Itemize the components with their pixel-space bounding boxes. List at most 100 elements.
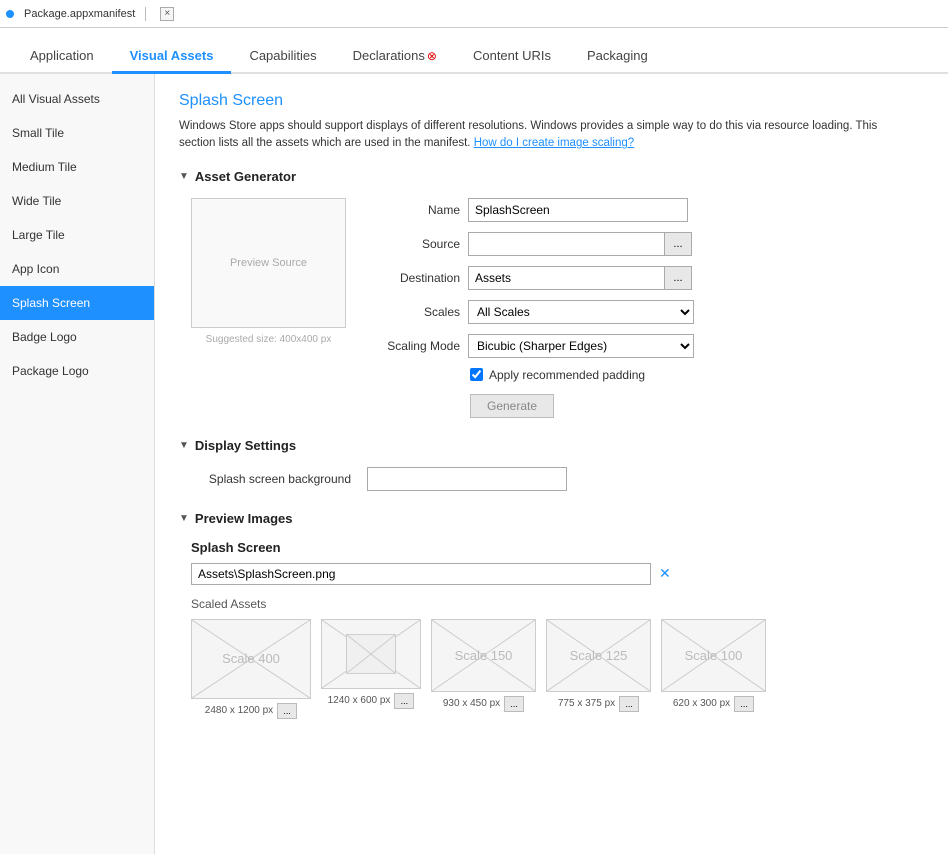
label-bg: Splash screen background — [191, 472, 351, 486]
scale-label-125: Scale 125 — [570, 648, 628, 663]
input-name[interactable] — [468, 198, 688, 222]
browse-scale-150-button[interactable]: ... — [504, 696, 524, 712]
sidebar-item-small-tile[interactable]: Small Tile — [0, 116, 154, 150]
pi-path-input[interactable] — [191, 563, 651, 585]
collapse-arrow-asset: ▼ — [179, 171, 189, 182]
input-destination[interactable] — [468, 266, 664, 290]
pi-path-row: ✕ — [191, 563, 924, 585]
sidebar-item-package-logo[interactable]: Package Logo — [0, 354, 154, 388]
scale-label-100: Scale 100 — [685, 648, 743, 663]
padding-label: Apply recommended padding — [489, 368, 645, 382]
collapse-arrow-display: ▼ — [179, 440, 189, 451]
tab-packaging[interactable]: Packaging — [569, 38, 666, 74]
browse-scale-125-button[interactable]: ... — [619, 696, 639, 712]
tab-indicator — [6, 10, 14, 18]
scaled-asset-100: Scale 100 620 x 300 px ... — [661, 619, 766, 719]
form-row-source: Source ... — [370, 232, 924, 256]
browse-scale-400-button[interactable]: ... — [277, 703, 297, 719]
scaled-asset-150: Scale 150 930 x 450 px ... — [431, 619, 536, 719]
form-row-name: Name — [370, 198, 924, 222]
scale-150-meta: 930 x 450 px ... — [443, 696, 524, 712]
preview-source-box: Preview Source — [191, 198, 346, 328]
cross-lines-200 — [322, 620, 420, 688]
scale-125-meta: 775 x 375 px ... — [558, 696, 639, 712]
scaled-asset-box-100: Scale 100 — [661, 619, 766, 692]
source-input-group: ... — [468, 232, 692, 256]
generate-button[interactable]: Generate — [470, 394, 554, 418]
preview-images-section: ▼ Preview Images Splash Screen ✕ Scaled … — [179, 511, 924, 719]
form-row-scales: Scales All Scales Scale 100 Scale 125 Sc… — [370, 300, 924, 324]
label-name: Name — [370, 203, 460, 217]
title-bar: Package.appxmanifest × — [0, 0, 948, 28]
asset-generator-grid: Preview Source Suggested size: 400x400 p… — [191, 198, 924, 418]
sidebar-item-splash-screen[interactable]: Splash Screen — [0, 286, 154, 320]
declarations-error-badge: ⊗ — [427, 49, 437, 63]
preview-images-header[interactable]: ▼ Preview Images — [179, 511, 924, 526]
sidebar-item-large-tile[interactable]: Large Tile — [0, 218, 154, 252]
scaled-asset-box-400: Scale 400 — [191, 619, 311, 699]
sidebar-item-badge-logo[interactable]: Badge Logo — [0, 320, 154, 354]
collapse-arrow-preview: ▼ — [179, 513, 189, 524]
browse-destination-button[interactable]: ... — [664, 266, 692, 290]
scaled-asset-box-150: Scale 150 — [431, 619, 536, 692]
padding-checkbox[interactable] — [470, 368, 483, 381]
scaled-asset-125: Scale 125 775 x 375 px ... — [546, 619, 651, 719]
form-row-scaling-mode: Scaling Mode Bicubic (Sharper Edges) Bic… — [370, 334, 924, 358]
preview-box-wrapper: Preview Source Suggested size: 400x400 p… — [191, 198, 346, 418]
title-bar-close[interactable]: × — [160, 7, 174, 21]
scaled-assets-grid: Scale 400 2480 x 1200 px ... — [191, 619, 924, 719]
scaled-asset-box-125: Scale 125 — [546, 619, 651, 692]
main-layout: All Visual Assets Small Tile Medium Tile… — [0, 74, 948, 854]
label-scaling-mode: Scaling Mode — [370, 339, 460, 353]
preview-images-subtitle: Splash Screen — [191, 540, 924, 555]
content-area: Splash Screen Windows Store apps should … — [155, 74, 948, 854]
scale-200-size: 1240 x 600 px — [328, 695, 391, 706]
help-link[interactable]: How do I create image scaling? — [474, 137, 634, 149]
tab-declarations[interactable]: Declarations⊗ — [335, 38, 455, 74]
form-row-destination: Destination ... — [370, 266, 924, 290]
top-nav: Application Visual Assets Capabilities D… — [0, 28, 948, 74]
label-scales: Scales — [370, 305, 460, 319]
scale-label-400: Scale 400 — [222, 651, 280, 666]
padding-checkbox-row: Apply recommended padding — [470, 368, 924, 382]
sidebar-item-app-icon[interactable]: App Icon — [0, 252, 154, 286]
scaled-assets-label: Scaled Assets — [191, 597, 924, 611]
tab-visual-assets[interactable]: Visual Assets — [112, 38, 232, 74]
section-description: Windows Store apps should support displa… — [179, 118, 879, 153]
asset-generator-header[interactable]: ▼ Asset Generator — [179, 169, 924, 184]
scaled-asset-200: 1240 x 600 px ... — [321, 619, 421, 719]
display-settings-header[interactable]: ▼ Display Settings — [179, 438, 924, 453]
bg-color-row: Splash screen background — [191, 467, 924, 491]
sidebar-item-medium-tile[interactable]: Medium Tile — [0, 150, 154, 184]
scaled-asset-box-200 — [321, 619, 421, 689]
browse-source-button[interactable]: ... — [664, 232, 692, 256]
title-bar-filename: Package.appxmanifest — [24, 8, 135, 20]
input-background[interactable] — [367, 467, 567, 491]
page-title: Splash Screen — [179, 92, 924, 110]
pi-path-clear-button[interactable]: ✕ — [655, 565, 675, 582]
scale-150-size: 930 x 450 px — [443, 698, 500, 709]
sidebar-item-all-visual-assets[interactable]: All Visual Assets — [0, 82, 154, 116]
scale-100-meta: 620 x 300 px ... — [673, 696, 754, 712]
select-scales[interactable]: All Scales Scale 100 Scale 125 Scale 150… — [468, 300, 694, 324]
input-source[interactable] — [468, 232, 664, 256]
browse-scale-100-button[interactable]: ... — [734, 696, 754, 712]
asset-generator-section: ▼ Asset Generator Preview Source Suggest… — [179, 169, 924, 418]
preview-hint: Suggested size: 400x400 px — [191, 334, 346, 345]
tab-capabilities[interactable]: Capabilities — [231, 38, 334, 74]
sidebar: All Visual Assets Small Tile Medium Tile… — [0, 74, 155, 854]
sidebar-item-wide-tile[interactable]: Wide Tile — [0, 184, 154, 218]
scale-400-size: 2480 x 1200 px — [205, 705, 273, 716]
asset-generator-form: Name Source ... Destination — [370, 198, 924, 418]
select-scaling-mode[interactable]: Bicubic (Sharper Edges) Bicubic Bilinear… — [468, 334, 694, 358]
scale-125-size: 775 x 375 px — [558, 698, 615, 709]
destination-input-group: ... — [468, 266, 692, 290]
browse-scale-200-button[interactable]: ... — [394, 693, 414, 709]
scale-label-150: Scale 150 — [455, 648, 513, 663]
scaled-asset-400: Scale 400 2480 x 1200 px ... — [191, 619, 311, 719]
tab-content-uris[interactable]: Content URIs — [455, 38, 569, 74]
tab-application[interactable]: Application — [12, 38, 112, 74]
label-destination: Destination — [370, 271, 460, 285]
generate-button-wrapper: Generate — [370, 394, 924, 418]
scale-100-size: 620 x 300 px — [673, 698, 730, 709]
